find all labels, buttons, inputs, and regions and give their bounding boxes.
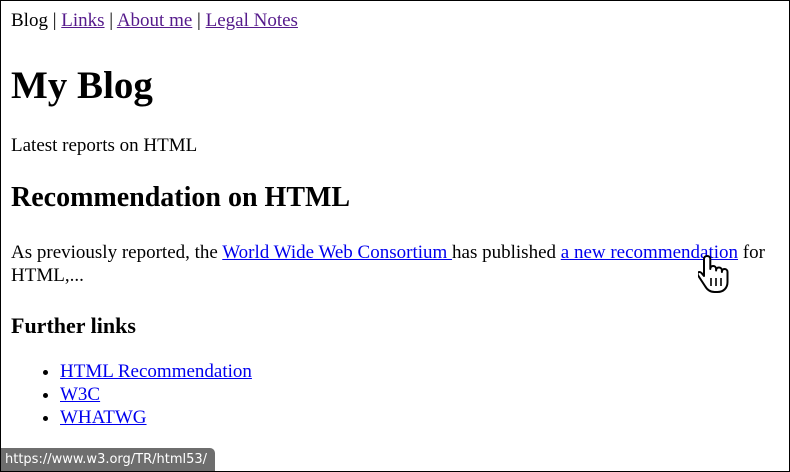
further-links-heading: Further links [11, 313, 136, 338]
article-text: has published [452, 242, 561, 263]
html-recommendation-link[interactable]: HTML Recommendation [60, 361, 252, 382]
list-item: W3C [60, 383, 252, 406]
hand-pointer-icon [698, 255, 729, 293]
further-links-list: HTML Recommendation W3C WHATWG [11, 360, 252, 429]
page-lead: Latest reports on HTML [11, 135, 198, 156]
nav-separator: | [197, 10, 201, 31]
w3c-link[interactable]: World Wide Web Consortium [222, 242, 452, 263]
list-item: HTML Recommendation [60, 360, 252, 383]
w3c-list-link[interactable]: W3C [60, 384, 100, 405]
nav-separator: | [109, 10, 114, 31]
list-item: WHATWG [60, 406, 252, 429]
nav-link-links[interactable]: Links [61, 10, 104, 31]
top-nav: Blog | Links | About me | Legal Notes [11, 10, 298, 32]
whatwg-link[interactable]: WHATWG [60, 407, 147, 428]
page-title: My Blog [11, 64, 153, 107]
article-paragraph: As previously reported, the World Wide W… [11, 241, 781, 287]
article-text: As previously reported, the [11, 242, 223, 263]
status-bar-url: https://www.w3.org/TR/html53/ [1, 448, 216, 471]
nav-current-blog: Blog [11, 10, 48, 31]
article-title: Recommendation on HTML [11, 182, 351, 213]
nav-link-about-me[interactable]: About me [117, 10, 192, 31]
nav-separator: | [52, 10, 57, 31]
nav-link-legal-notes[interactable]: Legal Notes [206, 10, 298, 31]
